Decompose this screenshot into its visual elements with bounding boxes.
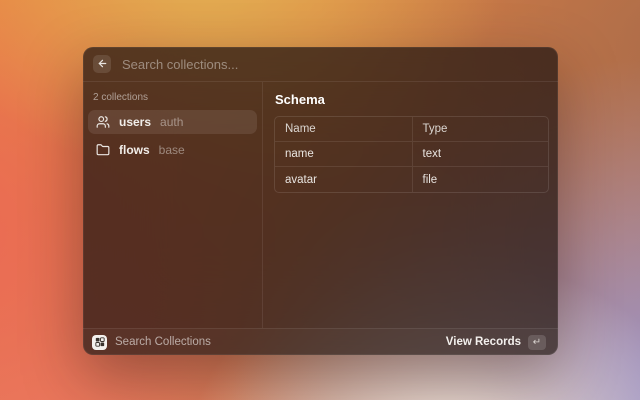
footer-app-label: Search Collections xyxy=(115,336,211,348)
field-type-cell: file xyxy=(412,167,549,192)
sidebar-item-users[interactable]: users auth xyxy=(88,110,257,134)
collections-grid-icon xyxy=(92,335,107,350)
footer-bar: Search Collections View Records ↵ xyxy=(83,328,558,355)
schema-title: Schema xyxy=(275,92,549,107)
main-area: 2 collections users auth flows base Sche… xyxy=(83,82,558,328)
enter-key-icon: ↵ xyxy=(528,335,546,350)
command-palette-window: 2 collections users auth flows base Sche… xyxy=(83,47,558,355)
table-header-row: Name Type xyxy=(275,117,548,142)
sidebar-item-flows[interactable]: flows base xyxy=(88,138,257,162)
table-row: avatar file xyxy=(275,167,548,192)
search-bar xyxy=(83,47,558,82)
collection-name: flows xyxy=(119,143,150,157)
collections-count-label: 2 collections xyxy=(88,92,257,103)
schema-table: Name Type name text avatar file xyxy=(274,116,549,193)
collections-sidebar: 2 collections users auth flows base xyxy=(83,82,263,328)
field-type-cell: text xyxy=(412,142,549,166)
table-header-name: Name xyxy=(275,117,412,141)
search-input[interactable] xyxy=(122,57,548,72)
detail-panel: Schema Name Type name text avatar file xyxy=(263,82,558,328)
collection-type-tag: auth xyxy=(160,115,183,129)
table-row: name text xyxy=(275,142,548,167)
back-button[interactable] xyxy=(93,55,111,73)
table-header-type: Type xyxy=(412,117,549,141)
collection-type-tag: base xyxy=(159,143,185,157)
collection-name: users xyxy=(119,115,151,129)
users-icon xyxy=(96,115,110,129)
field-name-cell: avatar xyxy=(275,167,412,192)
folder-icon xyxy=(96,143,110,157)
view-records-label: View Records xyxy=(446,336,521,348)
view-records-button[interactable]: View Records ↵ xyxy=(443,333,549,352)
arrow-left-icon xyxy=(97,57,108,72)
field-name-cell: name xyxy=(275,142,412,166)
